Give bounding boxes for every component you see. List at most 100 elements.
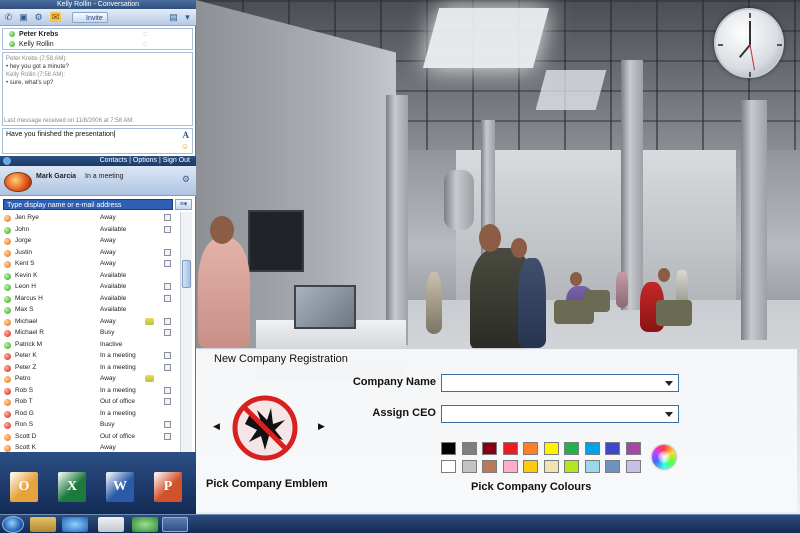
colour-swatch[interactable]: [523, 460, 538, 473]
contact-row[interactable]: Kent S Away: [0, 258, 178, 270]
colour-swatch[interactable]: [564, 460, 579, 473]
note-icon[interactable]: [164, 317, 171, 325]
contact-row[interactable]: John Available: [0, 224, 178, 236]
note-icon[interactable]: [164, 386, 171, 394]
participant[interactable]: Peter Krebs: [9, 30, 58, 40]
chevron-down-icon[interactable]: [665, 381, 673, 386]
my-status[interactable]: In a meeting: [85, 173, 124, 180]
contact-row[interactable]: Leon H Available: [0, 281, 178, 293]
contact-name: Leon H: [15, 283, 36, 290]
contact-row[interactable]: Rob T Out of office: [0, 396, 178, 408]
file-icon[interactable]: ▤: [168, 12, 179, 22]
font-icon[interactable]: A: [183, 130, 190, 140]
colour-swatch[interactable]: [605, 460, 620, 473]
note-icon[interactable]: [164, 398, 171, 405]
note-icon[interactable]: [164, 363, 171, 371]
colour-swatch[interactable]: [564, 442, 579, 455]
prev-emblem-arrow[interactable]: ◀: [213, 421, 220, 432]
video-icon[interactable]: ▣: [18, 12, 29, 22]
contact-row[interactable]: Justin Away: [0, 247, 178, 259]
colour-swatch[interactable]: [543, 460, 559, 473]
colour-swatch[interactable]: [543, 442, 559, 455]
word-app-icon[interactable]: W: [100, 468, 140, 506]
share-icon[interactable]: ⚙: [33, 12, 44, 22]
next-emblem-arrow[interactable]: ▶: [318, 421, 325, 432]
contact-row[interactable]: Michael R Busy: [0, 327, 178, 339]
participant[interactable]: Kelly Rollin: [9, 40, 54, 50]
outlook-app-icon[interactable]: O: [4, 468, 44, 506]
contact-row[interactable]: Michael Away: [0, 316, 178, 328]
colour-swatch[interactable]: [502, 442, 518, 455]
chevron-down-icon[interactable]: [665, 412, 673, 417]
contact-row[interactable]: Peter Z In a meeting: [0, 362, 178, 374]
note-icon[interactable]: [164, 432, 171, 440]
excel-app-icon[interactable]: X: [52, 468, 92, 506]
settings-icon[interactable]: ⚙: [182, 174, 190, 185]
contact-row[interactable]: Jorge Away: [0, 235, 178, 247]
contact-row[interactable]: Peter K In a meeting: [0, 350, 178, 362]
colour-swatch[interactable]: [584, 442, 600, 455]
colour-swatch[interactable]: [441, 442, 456, 455]
skylight: [535, 70, 607, 110]
contact-list-scrollbar[interactable]: [180, 212, 192, 452]
colour-swatch[interactable]: [523, 442, 538, 455]
contact-row[interactable]: Jen Rye Away: [0, 212, 178, 224]
contact-row[interactable]: Marcus H Available: [0, 293, 178, 305]
contact-row[interactable]: Rob S In a meeting: [0, 385, 178, 397]
contact-row[interactable]: Kevin K Available: [0, 270, 178, 282]
contact-row[interactable]: Rod G In a meeting: [0, 408, 178, 420]
note-icon[interactable]: [164, 283, 171, 290]
colour-swatch[interactable]: [461, 442, 477, 455]
invite-button[interactable]: Invite: [72, 12, 108, 23]
mail-icon[interactable]: [98, 517, 124, 532]
note-icon[interactable]: [164, 329, 171, 336]
assign-ceo-combo[interactable]: [441, 405, 679, 423]
colour-swatch[interactable]: [625, 460, 641, 473]
browser-icon[interactable]: [62, 517, 88, 532]
menu-icon[interactable]: ▾: [182, 12, 193, 22]
phone-icon[interactable]: ✆: [3, 12, 14, 22]
company-name-combo[interactable]: [441, 374, 679, 392]
company-emblem-icon[interactable]: [231, 394, 299, 462]
contact-row[interactable]: Patrick M Inactive: [0, 339, 178, 351]
colour-swatch[interactable]: [584, 460, 600, 473]
avatar[interactable]: [4, 172, 32, 192]
folder-icon[interactable]: [30, 517, 56, 532]
contact-row[interactable]: Scott K Away: [0, 442, 178, 452]
message-compose-input[interactable]: Have you finished the presentation| A ☺: [2, 128, 193, 154]
messenger-logo-icon: [3, 157, 11, 165]
note-icon[interactable]: [164, 260, 171, 267]
chat-icon[interactable]: ✉: [50, 12, 61, 22]
clock-gadget[interactable]: [714, 8, 784, 78]
colour-swatch[interactable]: [461, 460, 477, 473]
emoticon-icon[interactable]: ☺: [181, 142, 189, 151]
contacts-menu-links[interactable]: Contacts | Options | Sign Out: [100, 157, 190, 164]
colour-swatch[interactable]: [605, 442, 620, 455]
contact-row[interactable]: Max S Available: [0, 304, 178, 316]
contact-row[interactable]: Petro Away: [0, 373, 178, 385]
note-icon[interactable]: [164, 352, 171, 359]
contact-row[interactable]: Ron S Busy: [0, 419, 178, 431]
note-icon[interactable]: [164, 225, 171, 233]
note-icon[interactable]: [164, 421, 171, 428]
colour-wheel-icon[interactable]: [652, 445, 676, 469]
powerpoint-app-icon[interactable]: P: [148, 468, 188, 506]
note-icon[interactable]: [164, 248, 171, 256]
colour-swatch[interactable]: [482, 442, 497, 455]
start-button[interactable]: [2, 516, 24, 533]
colour-swatch[interactable]: [502, 460, 518, 473]
colour-swatch[interactable]: [625, 442, 641, 455]
media-player-icon[interactable]: [162, 517, 188, 532]
scroll-thumb[interactable]: [182, 260, 191, 288]
messenger-icon[interactable]: [132, 517, 158, 532]
search-options-icon[interactable]: ≡▾: [175, 199, 192, 210]
contact-row[interactable]: Scott D Out of office: [0, 431, 178, 443]
colour-swatch[interactable]: [482, 460, 497, 473]
my-status-card[interactable]: Mark Garcia In a meeting ⚙: [0, 166, 196, 196]
note-icon[interactable]: [164, 214, 171, 221]
contact-search-input[interactable]: Type display name or e-mail address: [3, 199, 173, 210]
message-text: • sure, what's up?: [6, 80, 54, 86]
note-icon[interactable]: [164, 294, 171, 302]
contact-name: Rob T: [15, 398, 33, 405]
colour-swatch[interactable]: [441, 460, 456, 473]
